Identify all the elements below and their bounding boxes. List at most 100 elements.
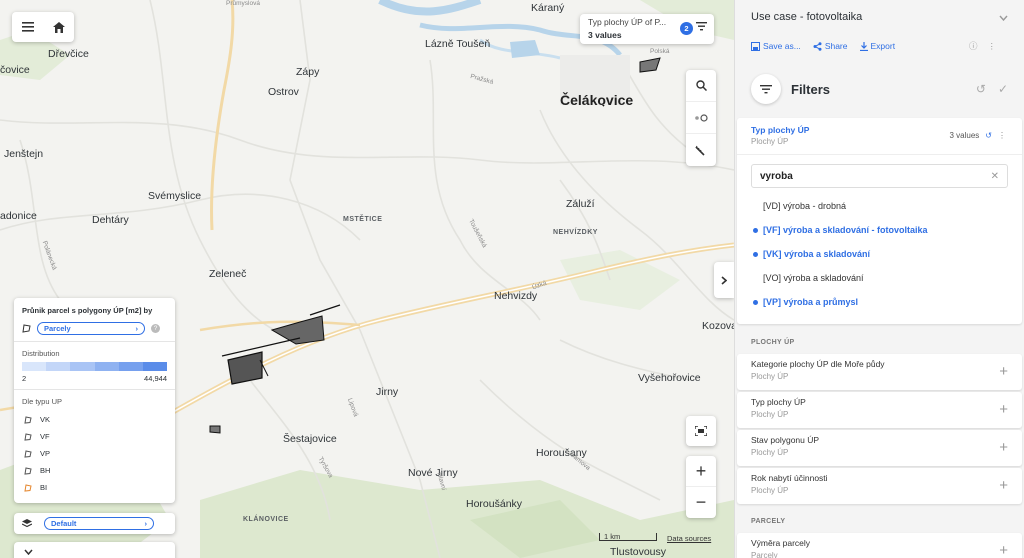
side-panel: Use case - fotovoltaika Save as... Share… (734, 0, 1024, 558)
collapse-panel-button[interactable] (714, 262, 734, 298)
place-label: Dřevčice (48, 48, 89, 60)
more-vert-icon[interactable]: ⋮ (988, 41, 997, 52)
polygon-icon (24, 415, 32, 424)
filter-search: ✕ (751, 164, 1008, 188)
legend-widget: Průnik parcel s polygony ÚP [m2] by Parc… (14, 298, 175, 503)
active-filter-chip[interactable]: Typ plochy ÚP of P... 3 values 2 (580, 14, 714, 44)
legend-category-label: BI (40, 483, 48, 492)
filter-count-badge: 2 (680, 22, 693, 35)
place-label: Jenštejn (4, 148, 44, 160)
category-group-label: Dle typu UP (22, 397, 63, 406)
filter-options-list: [VD] výroba - drobná [VF] výroba a sklado… (737, 194, 1022, 314)
distribution-segment (46, 362, 71, 371)
chevron-right-icon (721, 275, 727, 285)
place-label: Jirny (376, 386, 399, 398)
filter-option[interactable]: [VF] výroba a skladování - fotovoltaika (737, 218, 1022, 242)
menu-button[interactable] (12, 12, 43, 42)
layers-icon (22, 519, 32, 528)
filter-item[interactable]: Typ plochy ÚP Plochy ÚP + (737, 392, 1022, 428)
add-filter-icon[interactable]: + (999, 363, 1008, 380)
download-icon (859, 41, 868, 51)
add-filter-icon[interactable]: + (999, 401, 1008, 418)
home-button[interactable] (43, 12, 74, 42)
filter-item-name: Rok nabytí účinnosti (751, 473, 828, 483)
add-filter-icon[interactable]: + (999, 542, 1008, 558)
filter-icon (696, 22, 707, 31)
legend-category[interactable]: VF (22, 428, 167, 445)
add-filter-icon[interactable]: + (999, 477, 1008, 494)
place-label: čovice (0, 64, 30, 76)
chevron-right-icon: › (135, 324, 139, 333)
zoom-out-button[interactable]: − (686, 487, 716, 518)
legend-category-label: VP (40, 449, 51, 458)
place-label: Nehvizdy (494, 290, 538, 302)
info-icon[interactable]: ⓘ (969, 40, 978, 52)
save-as-button[interactable]: Save as... (751, 40, 801, 52)
export-button[interactable]: Export (859, 40, 895, 52)
legend-category[interactable]: BI (22, 479, 167, 496)
filter-item-name: Výměra parcely (751, 538, 811, 548)
measure-button[interactable] (686, 134, 716, 166)
polygon-icon (24, 483, 32, 492)
clear-search-icon[interactable]: ✕ (991, 171, 999, 182)
active-filter-count: 3 values (949, 131, 980, 140)
legend-category[interactable]: VP (22, 445, 167, 462)
filter-item-source: Plochy ÚP (751, 410, 789, 419)
filter-option[interactable]: [VP] výroba a průmysl (737, 290, 1022, 314)
filter-option[interactable]: [VO] výroba a skladování (737, 266, 1022, 290)
place-label: Zápy (296, 66, 320, 78)
filter-item-source: Plochy ÚP (751, 372, 789, 381)
scale-bar: 1 km (599, 533, 657, 541)
map-canvas[interactable]: Dřevčice Ostrov Zápy Lázně Toušeň Káraný… (0, 0, 734, 558)
search-button[interactable] (686, 70, 716, 102)
reset-icon[interactable]: ↺ (985, 131, 992, 140)
plus-icon: + (695, 460, 707, 481)
zoom-control: + − (686, 456, 716, 518)
section-heading: PARCELY (751, 518, 786, 525)
distribution-segment (142, 362, 168, 371)
expand-bottom-button[interactable] (14, 542, 175, 558)
filter-item[interactable]: Rok nabytí účinnosti Plochy ÚP + (737, 468, 1022, 504)
select-features-button[interactable] (686, 102, 716, 134)
filter-option[interactable]: [VK] výroba a skladování (737, 242, 1022, 266)
share-button[interactable]: Share (813, 40, 848, 52)
basemap-selector-label: Default (51, 519, 77, 528)
place-label-district: NEHVÍZDKY (553, 229, 598, 236)
legend-category[interactable]: BH (22, 462, 167, 479)
filter-search-input[interactable] (760, 170, 980, 182)
filters-toggle-button[interactable] (751, 74, 781, 104)
filters-title: Filters (791, 81, 831, 97)
zoom-in-button[interactable]: + (686, 456, 716, 487)
chevron-down-icon[interactable] (999, 15, 1008, 21)
filter-item[interactable]: Kategorie plochy ÚP dle Moře půdy Plochy … (737, 354, 1022, 390)
reset-filters-icon[interactable]: ↺ (976, 82, 986, 96)
basemap-selector[interactable]: Default › (44, 517, 154, 530)
polygon-icon (24, 466, 32, 475)
fit-extent-icon (695, 426, 707, 436)
category-list: VK VF VP BH BI (22, 411, 167, 496)
filter-icon (760, 84, 772, 93)
distribution-max: 44,944 (144, 374, 167, 383)
place-label: Svémyslice (148, 190, 202, 202)
add-filter-icon[interactable]: + (999, 439, 1008, 456)
layer-selector[interactable]: Parcely › (37, 322, 145, 335)
place-label: Záluží (566, 198, 595, 210)
place-label: adonice (0, 210, 37, 222)
more-vert-icon[interactable]: ⋮ (998, 131, 1006, 140)
polygon-icon (24, 432, 32, 441)
fit-extent-button[interactable] (686, 416, 716, 446)
save-icon (751, 41, 760, 51)
filter-chip-title: Typ plochy ÚP of P... (588, 17, 667, 27)
distribution-bar (22, 362, 168, 371)
apply-check-icon[interactable]: ✓ (998, 82, 1008, 96)
filter-item[interactable]: Výměra parcely Parcely + (737, 533, 1022, 558)
legend-category[interactable]: VK (22, 411, 167, 428)
polygon-icon (22, 324, 31, 333)
filter-item[interactable]: Stav polygonu ÚP Plochy ÚP + (737, 430, 1022, 466)
data-sources-link[interactable]: Data sources (667, 534, 711, 543)
help-icon[interactable]: ? (151, 324, 160, 333)
chevron-down-icon (24, 549, 33, 556)
map-nav-buttons (12, 12, 74, 42)
place-label-district: KLÁNOVICE (243, 516, 289, 523)
filter-option[interactable]: [VD] výroba - drobná (737, 194, 1022, 218)
